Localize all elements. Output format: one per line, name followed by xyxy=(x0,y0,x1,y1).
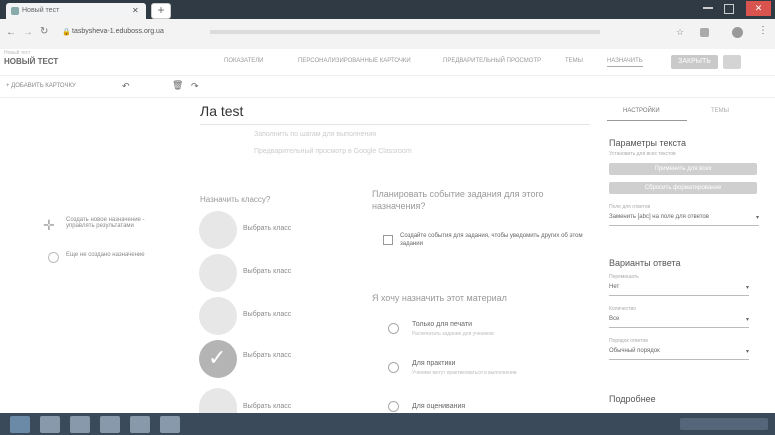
answers-heading: Варианты ответа xyxy=(609,258,681,268)
nav-item-preview[interactable]: ПРЕДВАРИТЕЛЬНЫЙ ПРОСМОТР xyxy=(443,58,541,64)
chevron-down-icon: ▾ xyxy=(745,349,749,355)
apply-all-button[interactable]: Применить для всех xyxy=(609,163,757,175)
class-label-3[interactable]: Выбрать класс xyxy=(243,311,291,318)
new-tab-button[interactable]: + xyxy=(151,3,171,19)
tab-settings[interactable]: НАСТРОЙКИ xyxy=(623,108,660,114)
count-select[interactable]: Все ▾ xyxy=(609,316,749,328)
order-select[interactable]: Обычный порядок ▾ xyxy=(609,348,749,360)
text-params-sub: Установить для всех текстов xyxy=(609,151,676,157)
tab-themes[interactable]: ТЕМЫ xyxy=(711,108,729,114)
class-avatar-4-selected[interactable]: ✓ xyxy=(199,340,237,378)
reset-format-button[interactable]: Сбросить форматирование xyxy=(609,182,757,194)
chevron-down-icon: ▾ xyxy=(745,317,749,323)
nav-item-assign[interactable]: НАЗНАЧИТЬ xyxy=(607,58,643,67)
taskbar-app-icon-3[interactable] xyxy=(100,416,120,433)
nav-item-stats[interactable]: ПОКАЗАТЕЛИ xyxy=(224,58,263,64)
browser-tab[interactable]: Новый тест ✕ xyxy=(6,3,146,19)
reload-icon[interactable]: ↻ xyxy=(40,26,48,37)
option-radio-practice[interactable] xyxy=(388,362,399,373)
sel1-label: Перемешать xyxy=(609,274,639,280)
class-avatar-3[interactable] xyxy=(199,297,237,335)
shuffle-value: Нет xyxy=(609,284,620,290)
option-radio-assess[interactable] xyxy=(388,401,399,412)
text-params-heading: Параметры текста xyxy=(609,138,687,148)
class-label-1[interactable]: Выбрать класс xyxy=(243,225,291,232)
material-heading: Я хочу назначить этот материал xyxy=(372,293,507,303)
url-text[interactable]: tasbysheva-1.eduboss.org.ua xyxy=(72,28,164,35)
left-panel: ✛ Создать новое назначение - управлять р… xyxy=(0,98,190,413)
system-tray xyxy=(680,418,768,430)
option-title-print[interactable]: Только для печати xyxy=(412,321,472,328)
tab-title: Новый тест xyxy=(22,7,60,14)
delete-icon[interactable]: 🗑 xyxy=(172,80,183,91)
taskbar-app-icon-5[interactable] xyxy=(160,416,180,433)
option-title-practice[interactable]: Для практики xyxy=(412,360,455,367)
menu-icon[interactable]: ⋮ xyxy=(758,25,768,36)
minimize-icon[interactable] xyxy=(703,7,713,9)
tab-underline xyxy=(607,120,687,121)
bookmark-text: Новый тест xyxy=(4,50,31,56)
no-assignment-icon xyxy=(48,252,59,263)
start-icon[interactable] xyxy=(10,416,30,433)
undo-icon[interactable]: ↶ xyxy=(122,81,130,92)
left-item-new-assignment[interactable]: Создать новое назначение - управлять рез… xyxy=(66,217,166,229)
plan-heading: Планировать событие задания для этого на… xyxy=(372,189,544,211)
field-label: Поле для ответов xyxy=(609,204,651,210)
url-path-placeholder xyxy=(210,30,600,34)
maximize-icon[interactable] xyxy=(724,4,734,14)
taskbar-app-icon-1[interactable] xyxy=(40,416,60,433)
more-heading: Подробнее xyxy=(609,394,656,404)
note-2: Предварительный просмотр в Google Classr… xyxy=(254,148,412,155)
forward-icon[interactable]: → xyxy=(23,27,33,38)
option-radio-print[interactable] xyxy=(388,323,399,334)
add-card-button[interactable]: + ДОБАВИТЬ КАРТОЧКУ xyxy=(6,83,76,89)
center-title-underline xyxy=(200,124,590,125)
option-desc-print: Распечатать задание для учеников xyxy=(412,331,494,337)
editor-toolbar: + ДОБАВИТЬ КАРТОЧКУ ↶ 🗑 ↷ xyxy=(0,75,775,98)
bookmark-star-icon[interactable]: ☆ xyxy=(676,27,684,38)
tab-close-icon[interactable]: ✕ xyxy=(132,6,139,15)
nav-item-themes[interactable]: ТЕМЫ xyxy=(565,58,583,64)
tab-favicon-icon xyxy=(11,7,19,15)
address-bar: ← → ↻ 🔒 tasbysheva-1.eduboss.org.ua ☆ ⋮ xyxy=(0,19,775,50)
class-avatar-2[interactable] xyxy=(199,254,237,292)
check-icon: ✓ xyxy=(208,345,227,370)
chevron-down-icon: ▾ xyxy=(745,285,749,291)
order-value: Обычный порядок xyxy=(609,348,660,354)
settings-gear-button[interactable] xyxy=(723,55,741,69)
answer-field-value: Заменить [abc] на поле для ответов xyxy=(609,214,709,220)
sel3-label: Порядок ответов xyxy=(609,338,648,344)
option-desc-practice: Ученики могут практиковаться в выполнени… xyxy=(412,370,517,376)
count-value: Все xyxy=(609,316,620,322)
redo-icon[interactable]: ↷ xyxy=(191,81,199,92)
taskbar-app-icon-2[interactable] xyxy=(70,416,90,433)
left-item-none: Еще не создано назначение xyxy=(66,252,145,258)
taskbar-app-icon-4[interactable] xyxy=(130,416,150,433)
class-label-5[interactable]: Выбрать класс xyxy=(243,403,291,410)
option-title-assess[interactable]: Для оценивания xyxy=(412,403,465,410)
answer-field-select[interactable]: Заменить [abc] на поле для ответов ▾ xyxy=(609,214,759,226)
browser-tab-bar: Новый тест ✕ + ✕ xyxy=(0,0,775,19)
class-avatar-1[interactable] xyxy=(199,211,237,249)
extension-icon[interactable] xyxy=(700,28,709,37)
new-assignment-icon[interactable]: ✛ xyxy=(43,217,55,234)
profile-icon[interactable] xyxy=(732,27,743,38)
note-1: Заполнить по шагам для выполнения xyxy=(254,131,377,138)
plan-checkbox[interactable] xyxy=(383,235,393,245)
class-label-2[interactable]: Выбрать класс xyxy=(243,268,291,275)
nav-item-cards[interactable]: ПЕРСОНАЛИЗИРОВАННЫЕ КАРТОЧКИ xyxy=(298,58,411,64)
back-icon[interactable]: ← xyxy=(6,27,16,38)
right-panel: НАСТРОЙКИ ТЕМЫ Параметры текста Установи… xyxy=(607,98,767,413)
shuffle-select[interactable]: Нет ▾ xyxy=(609,284,749,296)
lock-icon: 🔒 xyxy=(62,29,71,36)
center-title: Ла test xyxy=(200,103,244,119)
class-label-4[interactable]: Выбрать класс xyxy=(243,352,291,359)
close-editor-button[interactable]: ЗАКРЫТЬ xyxy=(671,55,718,69)
chevron-down-icon: ▾ xyxy=(755,215,759,221)
app-title: НОВЫЙ ТЕСТ xyxy=(4,57,59,66)
plan-option[interactable]: Создайте события для задания, чтобы увед… xyxy=(400,232,605,248)
assign-class-label: Назначить классу? xyxy=(200,195,271,204)
close-window-icon[interactable]: ✕ xyxy=(746,1,771,16)
sel2-label: Количество xyxy=(609,306,636,312)
